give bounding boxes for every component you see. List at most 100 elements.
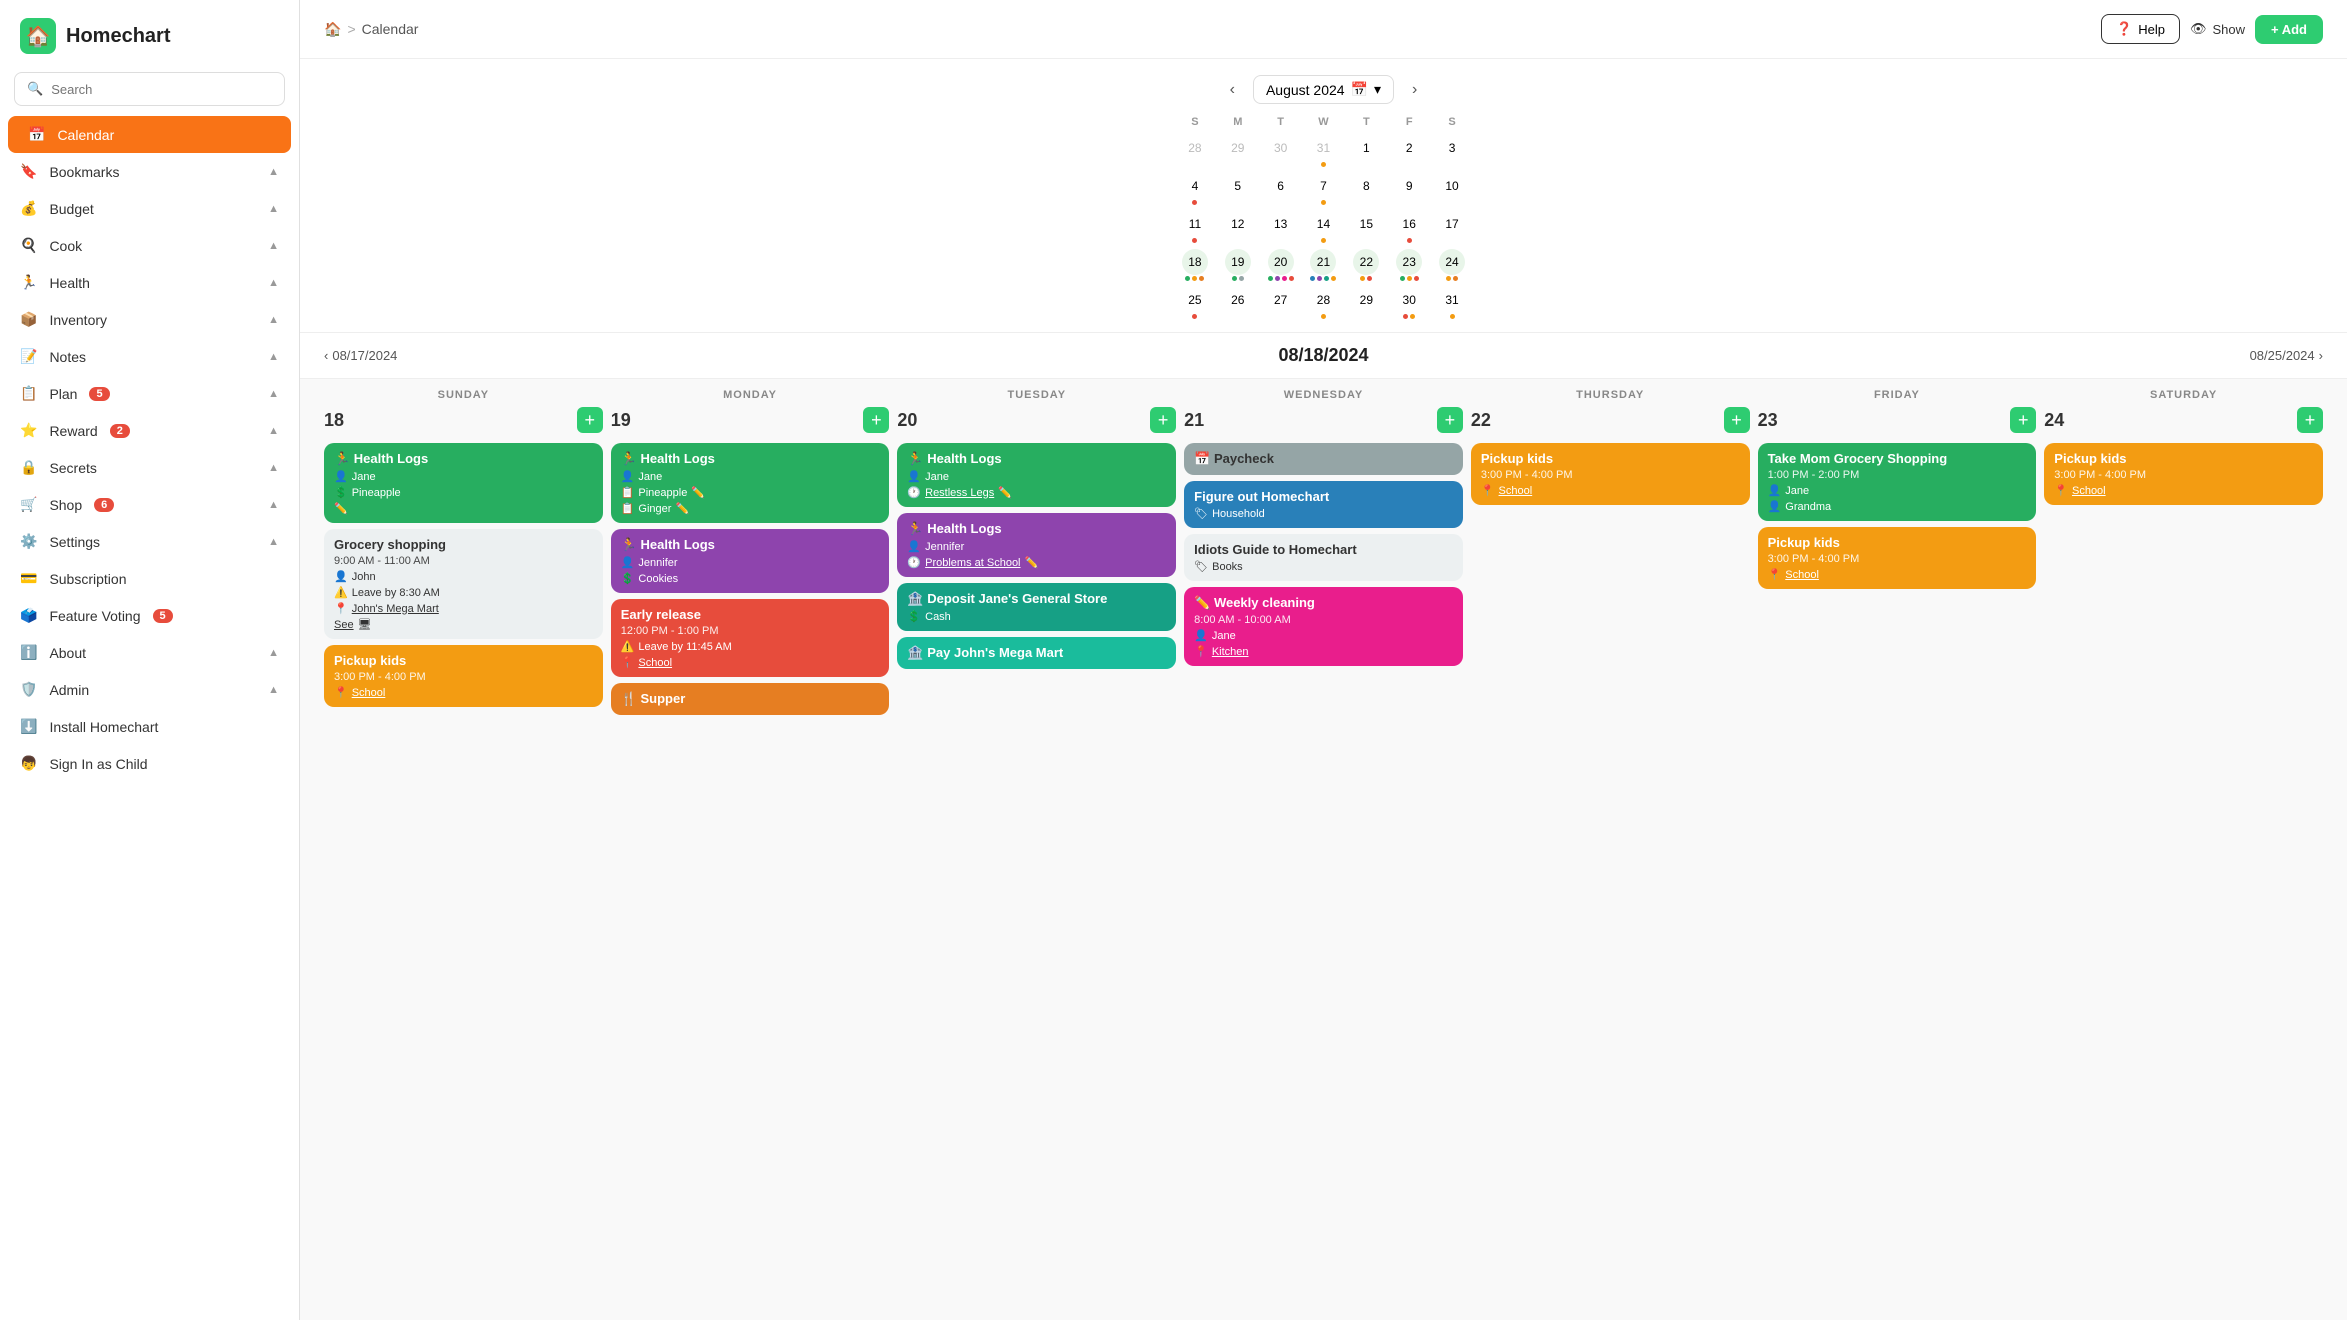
event-card-health-logs-jane-pineapple-sun[interactable]: 🏃 Health Logs👤 Jane💲 Pineapple✏️ (324, 443, 603, 523)
cal-cell-10[interactable]: 10 (1431, 170, 1474, 208)
cal-cell-17[interactable]: 17 (1431, 208, 1474, 246)
home-breadcrumb-icon[interactable]: 🏠 (324, 21, 341, 38)
event-card-early-release[interactable]: Early release12:00 PM - 1:00 PM⚠️ Leave … (611, 599, 890, 677)
sidebar-item-budget[interactable]: 💰 Budget ▲ (0, 190, 299, 227)
cal-cell-1[interactable]: 1 (1345, 132, 1388, 170)
week-prev-btn[interactable]: ‹ 08/17/2024 (324, 348, 397, 363)
show-button[interactable]: 👁 Show (2190, 21, 2245, 37)
cal-cell-18[interactable]: 18 (1174, 246, 1217, 284)
day-add-btn-21[interactable]: + (1437, 407, 1463, 433)
event-location-pickup-kids-sat[interactable]: 📍 School (2054, 484, 2313, 497)
event-detail-health-logs-jane-restless[interactable]: 🕐 Restless Legs ✏️ (907, 486, 1166, 499)
cal-cell-31[interactable]: 31 (1302, 132, 1345, 170)
sidebar-item-notes[interactable]: 📝 Notes ▲ (0, 338, 299, 375)
mini-cal-title-box[interactable]: August 2024 📅 ▾ (1253, 75, 1394, 104)
cal-cell-3[interactable]: 3 (1431, 132, 1474, 170)
sidebar-item-install[interactable]: ⬇️ Install Homechart (0, 708, 299, 745)
cal-cell-21[interactable]: 21 (1302, 246, 1345, 284)
event-location-pickup-kids-fri[interactable]: 📍 School (1768, 568, 2027, 581)
sidebar-item-calendar[interactable]: 📅 Calendar (8, 116, 291, 153)
mini-cal-prev-btn[interactable]: ‹ (1222, 77, 1243, 103)
sidebar-item-health[interactable]: 🏃 Health ▲ (0, 264, 299, 301)
help-button[interactable]: ❓ Help (2101, 14, 2180, 44)
sidebar-item-about[interactable]: ℹ️ About ▲ (0, 634, 299, 671)
sidebar-item-admin[interactable]: 🛡️ Admin ▲ (0, 671, 299, 708)
event-card-idiots-guide[interactable]: Idiots Guide to Homechart🏷 Books (1184, 534, 1463, 581)
cal-cell-23[interactable]: 23 (1388, 246, 1431, 284)
event-card-pay-john-mega[interactable]: 🏦 Pay John's Mega Mart (897, 637, 1176, 669)
event-location-grocery-shopping[interactable]: 📍 John's Mega Mart (334, 602, 593, 615)
event-card-weekly-cleaning[interactable]: ✏️ Weekly cleaning8:00 AM - 10:00 AM👤 Ja… (1184, 587, 1463, 666)
event-detail-health-logs-jennifer-problems[interactable]: 🕐 Problems at School ✏️ (907, 556, 1166, 569)
sidebar-item-reward[interactable]: ⭐ Reward 2 ▲ (0, 412, 299, 449)
search-bar[interactable]: 🔍 (14, 72, 285, 106)
cal-cell-30[interactable]: 30 (1388, 284, 1431, 322)
cal-cell-5[interactable]: 5 (1216, 170, 1259, 208)
edit-icon[interactable]: ✏️ (691, 486, 705, 499)
sidebar-item-settings[interactable]: ⚙️ Settings ▲ (0, 523, 299, 560)
cal-cell-13[interactable]: 13 (1259, 208, 1302, 246)
event-location-weekly-cleaning[interactable]: 📍 Kitchen (1194, 645, 1453, 658)
sidebar-item-feature-voting[interactable]: 🗳️ Feature Voting 5 (0, 597, 299, 634)
cal-cell-19[interactable]: 19 (1216, 246, 1259, 284)
event-card-pickup-kids-thu[interactable]: Pickup kids3:00 PM - 4:00 PM📍 School (1471, 443, 1750, 505)
sidebar-item-shop[interactable]: 🛒 Shop 6 ▲ (0, 486, 299, 523)
cal-cell-20[interactable]: 20 (1259, 246, 1302, 284)
sidebar-item-plan[interactable]: 📋 Plan 5 ▲ (0, 375, 299, 412)
cal-cell-11[interactable]: 11 (1174, 208, 1217, 246)
event-location-pickup-kids-sun[interactable]: 📍 School (334, 686, 593, 699)
cal-cell-15[interactable]: 15 (1345, 208, 1388, 246)
day-add-btn-24[interactable]: + (2297, 407, 2323, 433)
cal-cell-28[interactable]: 28 (1302, 284, 1345, 322)
cal-cell-8[interactable]: 8 (1345, 170, 1388, 208)
day-add-btn-23[interactable]: + (2010, 407, 2036, 433)
edit-pen-icon[interactable]: ✏️ (1025, 556, 1039, 569)
search-input[interactable] (51, 82, 272, 97)
cal-cell-22[interactable]: 22 (1345, 246, 1388, 284)
event-card-grocery-shopping[interactable]: Grocery shopping9:00 AM - 11:00 AM👤 John… (324, 529, 603, 639)
cal-cell-2[interactable]: 2 (1388, 132, 1431, 170)
sidebar-item-bookmarks[interactable]: 🔖 Bookmarks ▲ (0, 153, 299, 190)
sidebar-item-subscription[interactable]: 💳 Subscription (0, 560, 299, 597)
cal-cell-9[interactable]: 9 (1388, 170, 1431, 208)
event-card-health-logs-jennifer-cookies-mon[interactable]: 🏃 Health Logs👤 Jennifer💲 Cookies (611, 529, 890, 593)
sidebar-item-sign-in-child[interactable]: 👦 Sign In as Child (0, 745, 299, 782)
event-edit-health-logs-jane-pineapple-sun[interactable]: ✏️ (334, 502, 593, 515)
event-card-pickup-kids-sun[interactable]: Pickup kids3:00 PM - 4:00 PM📍 School (324, 645, 603, 707)
cal-cell-26[interactable]: 26 (1216, 284, 1259, 322)
cal-cell-6[interactable]: 6 (1259, 170, 1302, 208)
edit-icon2[interactable]: ✏️ (675, 502, 689, 515)
event-card-health-logs-jane-pineapple-ginger[interactable]: 🏃 Health Logs👤 Jane📋 Pineapple ✏️📋 Ginge… (611, 443, 890, 523)
cal-cell-25[interactable]: 25 (1174, 284, 1217, 322)
cal-cell-30[interactable]: 30 (1259, 132, 1302, 170)
cal-cell-28[interactable]: 28 (1174, 132, 1217, 170)
event-card-pickup-kids-sat[interactable]: Pickup kids3:00 PM - 4:00 PM📍 School (2044, 443, 2323, 505)
week-next-btn[interactable]: 08/25/2024 › (2250, 348, 2323, 363)
event-card-take-mom-grocery[interactable]: Take Mom Grocery Shopping1:00 PM - 2:00 … (1758, 443, 2037, 521)
edit-pencil-icon[interactable]: ✏️ (334, 502, 348, 515)
event-card-deposit-jane-general[interactable]: 🏦 Deposit Jane's General Store💲 Cash (897, 583, 1176, 631)
cal-cell-12[interactable]: 12 (1216, 208, 1259, 246)
event-card-health-logs-jennifer-problems[interactable]: 🏃 Health Logs👤 Jennifer🕐 Problems at Sch… (897, 513, 1176, 577)
cal-cell-29[interactable]: 29 (1345, 284, 1388, 322)
day-add-btn-18[interactable]: + (577, 407, 603, 433)
cal-cell-31[interactable]: 31 (1431, 284, 1474, 322)
sidebar-item-inventory[interactable]: 📦 Inventory ▲ (0, 301, 299, 338)
event-card-supper-mon[interactable]: 🍴 Supper (611, 683, 890, 715)
day-add-btn-19[interactable]: + (863, 407, 889, 433)
sidebar-item-cook[interactable]: 🍳 Cook ▲ (0, 227, 299, 264)
add-button[interactable]: + Add (2255, 15, 2323, 44)
cal-cell-16[interactable]: 16 (1388, 208, 1431, 246)
cal-cell-14[interactable]: 14 (1302, 208, 1345, 246)
mini-cal-next-btn[interactable]: › (1404, 77, 1425, 103)
event-card-pickup-kids-fri[interactable]: Pickup kids3:00 PM - 4:00 PM📍 School (1758, 527, 2037, 589)
sidebar-item-secrets[interactable]: 🔒 Secrets ▲ (0, 449, 299, 486)
cal-cell-7[interactable]: 7 (1302, 170, 1345, 208)
edit-pen-icon[interactable]: ✏️ (998, 486, 1012, 499)
cal-cell-27[interactable]: 27 (1259, 284, 1302, 322)
day-add-btn-22[interactable]: + (1724, 407, 1750, 433)
event-card-figure-out-homechart[interactable]: Figure out Homechart🏷 Household (1184, 481, 1463, 528)
event-card-paycheck[interactable]: 📅 Paycheck (1184, 443, 1463, 475)
cal-cell-4[interactable]: 4 (1174, 170, 1217, 208)
event-see-grocery-shopping[interactable]: See 🖥 (334, 618, 593, 631)
